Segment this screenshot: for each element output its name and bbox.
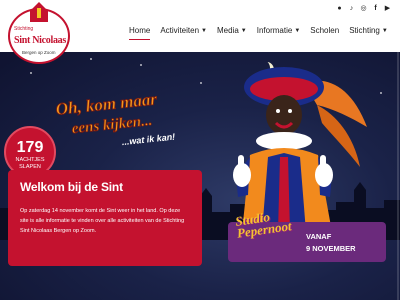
studio-pepernoot-banner[interactable]: Studio Pepernoot VANAF 9 NOVEMBER xyxy=(228,209,386,262)
social-links: ● ♪ ◎ f ▶ xyxy=(335,4,392,13)
nav-item-informatie[interactable]: Informatie ▼ xyxy=(252,24,306,37)
logo-stichting: Stichting xyxy=(14,26,34,32)
star-icon xyxy=(200,82,202,84)
piet-character-image xyxy=(233,67,367,232)
chevron-down-icon: ▼ xyxy=(294,27,301,34)
nav-item-activiteiten[interactable]: Activiteiten ▼ xyxy=(155,24,212,37)
scrollbar[interactable] xyxy=(397,52,399,300)
studio-vanaf: VANAF xyxy=(306,232,332,241)
site-logo[interactable]: Stichting Sint Nicolaas Bergen op Zoom xyxy=(4,2,74,66)
facebook-icon[interactable]: f xyxy=(371,4,380,13)
welcome-title: Welkom bij de Sint xyxy=(20,180,123,194)
main-nav: Home Activiteiten ▼ Media ▼ Informatie ▼ Sc… xyxy=(124,24,393,40)
youtube-icon[interactable]: ▶ xyxy=(383,4,392,13)
tagline-line-2: eens kijken... xyxy=(71,113,153,137)
page: ● ♪ ◎ f ▶ Home Activiteiten ▼ Media ▼ Info… xyxy=(0,0,400,300)
nav-item-scholen[interactable]: Scholen xyxy=(305,24,344,37)
tiktok-icon[interactable]: ♪ xyxy=(347,4,356,13)
cross-icon xyxy=(37,8,41,18)
welcome-text: Op zaterdag 14 november komt de Sint wee… xyxy=(20,208,185,234)
spotify-icon[interactable]: ● xyxy=(335,4,344,13)
welcome-card: Welkom bij de Sint Op zaterdag 14 novemb… xyxy=(8,170,202,266)
chevron-down-icon: ▼ xyxy=(201,27,207,34)
tagline-graphic: Oh, kom maar eens kijken... ...wat ik ka… xyxy=(54,89,175,148)
nav-label: Activiteiten xyxy=(160,26,200,35)
star-icon xyxy=(90,58,92,60)
star-icon xyxy=(140,64,142,66)
nav-label: Media xyxy=(216,26,239,35)
chevron-down-icon: ▼ xyxy=(381,27,388,34)
nav-label: Stichting xyxy=(349,26,380,35)
nav-label: Scholen xyxy=(310,26,340,35)
logo-place: Bergen op Zoom xyxy=(22,50,56,55)
studio-date: 9 NOVEMBER xyxy=(306,244,356,253)
chevron-down-icon: ▼ xyxy=(240,27,247,34)
star-icon xyxy=(30,72,32,74)
nav-item-stichting[interactable]: Stichting ▼ xyxy=(344,24,393,37)
countdown-number: 179 xyxy=(16,139,44,156)
nav-label: Informatie xyxy=(256,26,293,35)
logo-name: Sint Nicolaas xyxy=(14,35,66,46)
nav-item-media[interactable]: Media ▼ xyxy=(212,24,252,37)
star-icon xyxy=(380,92,382,94)
nav-label: Home xyxy=(129,26,151,35)
nav-item-home[interactable]: Home xyxy=(124,24,155,40)
studio-pepernoot-logo: Studio Pepernoot xyxy=(234,208,292,241)
instagram-icon[interactable]: ◎ xyxy=(359,4,368,13)
tagline-line-3: ...wat ik kan! xyxy=(121,132,175,148)
